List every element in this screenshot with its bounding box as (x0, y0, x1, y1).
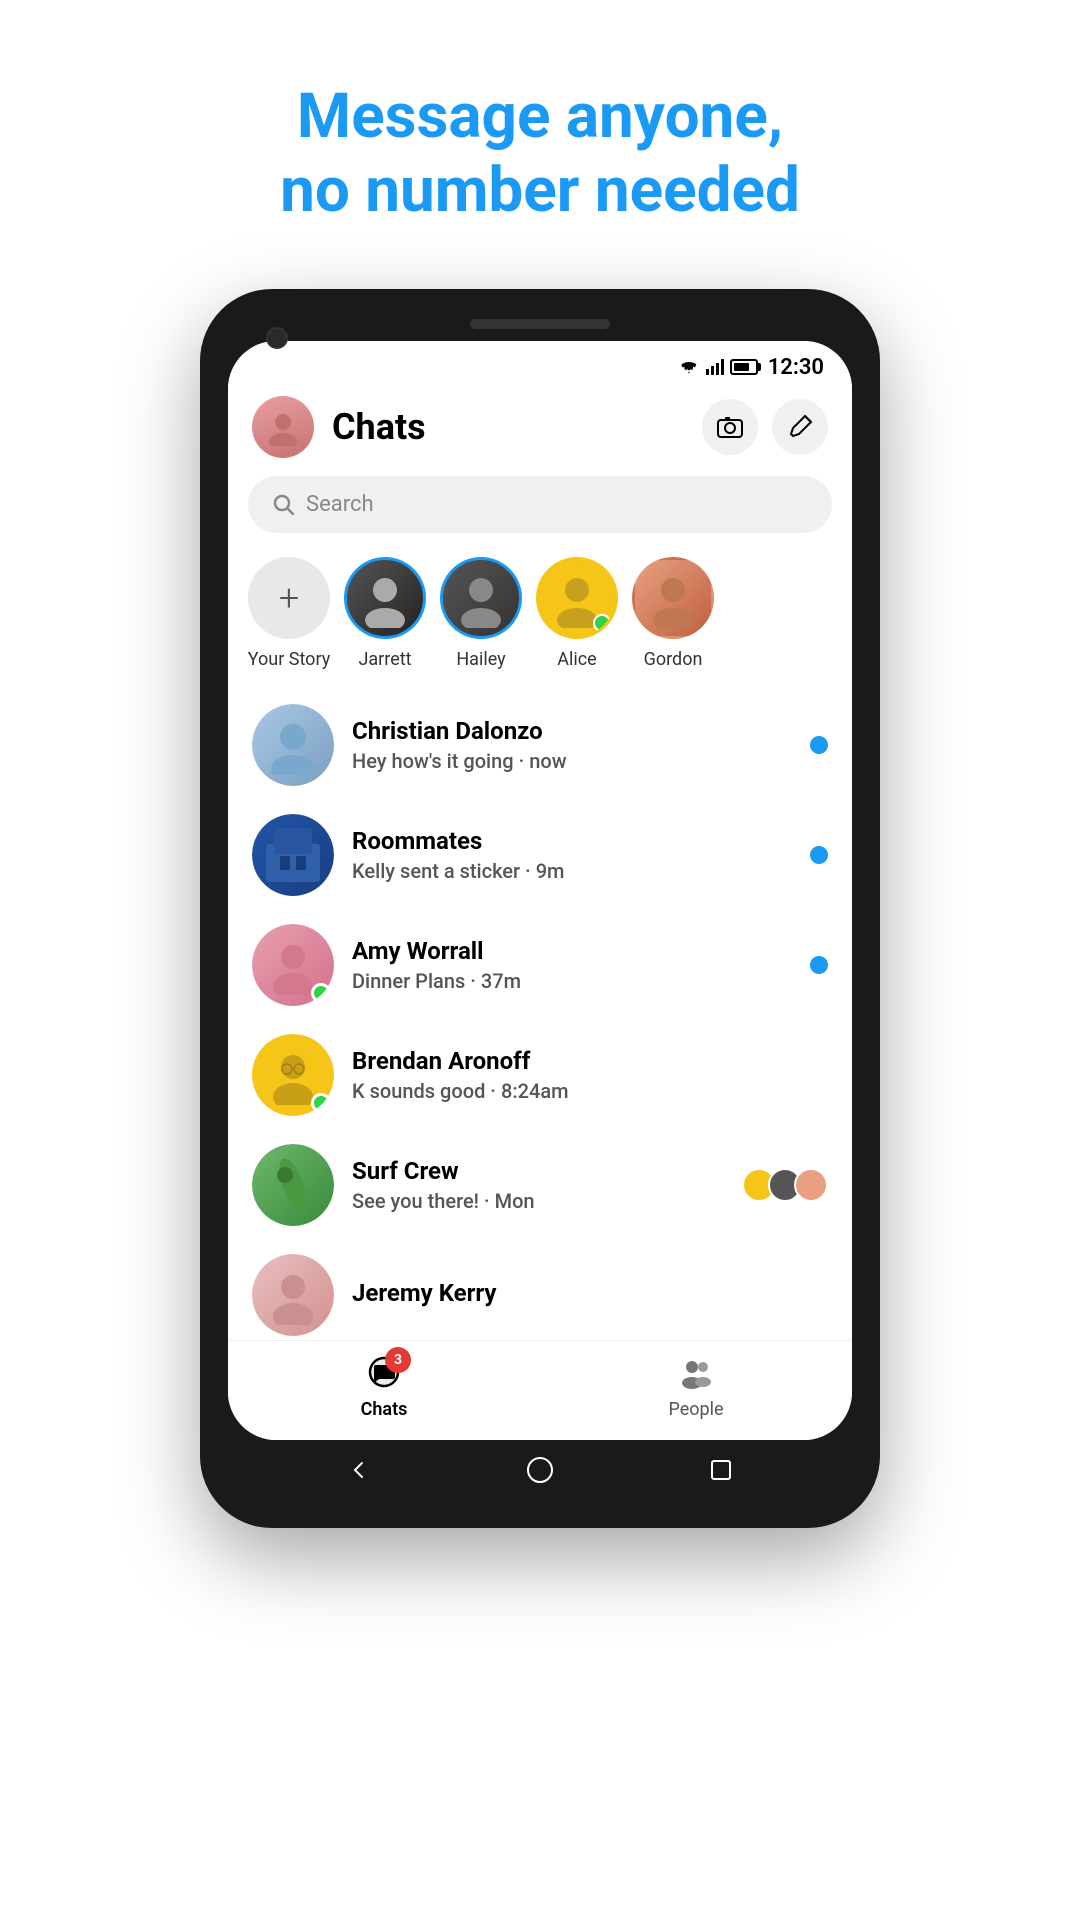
bottom-nav: 3 Chats People (228, 1340, 852, 1440)
story-label-alice: Alice (557, 649, 596, 670)
chat-name-christian-dalonzo: Christian Dalonzo (352, 717, 800, 745)
search-icon (272, 493, 294, 515)
chat-info-jeremy-kerry: Jeremy Kerry (352, 1279, 828, 1311)
brendan-online-dot (311, 1093, 331, 1113)
chat-preview-roommates: Kelly sent a sticker · 9m (352, 859, 800, 883)
phone-camera (266, 327, 288, 349)
compose-button[interactable] (772, 399, 828, 455)
people-icon-wrap (679, 1355, 713, 1393)
chat-info-roommates: Roommates Kelly sent a sticker · 9m (352, 827, 800, 883)
chat-info-brendan-aronoff: Brendan Aronoff K sounds good · 8:24am (352, 1047, 828, 1103)
chat-avatar-amy-worrall (252, 924, 334, 1006)
story-item-your-story[interactable]: + Your Story (244, 557, 334, 670)
stories-row: + Your Story Jarrett (228, 549, 852, 690)
status-icons: 12:30 (678, 355, 824, 380)
header-actions (702, 399, 828, 455)
search-placeholder: Search (306, 492, 374, 517)
story-label-jarrett: Jarrett (358, 649, 411, 670)
phone-screen: 12:30 Chats (228, 341, 852, 1440)
story-avatar-gordon (632, 557, 714, 639)
alice-online-dot (593, 614, 611, 632)
headline-line2: no number needed (280, 154, 800, 227)
chat-unread-dot-roommates (810, 846, 828, 864)
search-bar[interactable]: Search (248, 476, 832, 533)
status-bar: 12:30 (228, 341, 852, 386)
headline-line1: Message anyone, (297, 80, 783, 153)
chat-preview-surf-crew: See you there! · Mon (352, 1189, 734, 1213)
amy-online-dot (311, 983, 331, 1003)
battery-icon (730, 359, 758, 375)
story-item-alice[interactable]: Alice (532, 557, 622, 670)
story-label-your-story: Your Story (248, 649, 330, 670)
signal-icon (706, 359, 724, 375)
story-item-hailey[interactable]: Hailey (436, 557, 526, 670)
chat-name-amy-worrall: Amy Worrall (352, 937, 800, 965)
wifi-icon (678, 359, 700, 375)
chat-item-amy-worrall[interactable]: Amy Worrall Dinner Plans · 37m (244, 910, 836, 1020)
surf-crew-group-avatars (742, 1168, 828, 1202)
phone-speaker (470, 319, 610, 329)
chats-nav-label: Chats (361, 1399, 408, 1420)
chats-badge: 3 (385, 1347, 411, 1373)
chat-avatar-brendan-aronoff (252, 1034, 334, 1116)
chat-list: Christian Dalonzo Hey how's it going · n… (228, 690, 852, 1340)
chat-preview-amy-worrall: Dinner Plans · 37m (352, 969, 800, 993)
chat-item-jeremy-kerry[interactable]: Jeremy Kerry (244, 1240, 836, 1340)
chat-name-jeremy-kerry: Jeremy Kerry (352, 1279, 828, 1307)
story-avatar-jarrett (344, 557, 426, 639)
status-time: 12:30 (768, 355, 824, 380)
phone-bottom-bar (228, 1440, 852, 1500)
header-title: Chats (314, 406, 702, 448)
story-add-button[interactable]: + (248, 557, 330, 639)
headline: Message anyone, no number needed (200, 80, 880, 229)
app-header: Chats (228, 386, 852, 468)
chat-info-surf-crew: Surf Crew See you there! · Mon (352, 1157, 734, 1213)
camera-icon (717, 414, 743, 440)
chat-name-roommates: Roommates (352, 827, 800, 855)
story-avatar-alice (536, 557, 618, 639)
chat-avatar-jeremy-kerry (252, 1254, 334, 1336)
chat-item-surf-crew[interactable]: Surf Crew See you there! · Mon (244, 1130, 836, 1240)
nav-item-people[interactable]: People (540, 1355, 852, 1420)
home-btn[interactable] (525, 1455, 555, 1485)
back-btn[interactable] (344, 1455, 374, 1485)
people-nav-label: People (668, 1399, 723, 1420)
phone-mockup: 12:30 Chats (200, 289, 880, 1709)
story-item-gordon[interactable]: Gordon (628, 557, 718, 670)
chat-preview-brendan-aronoff: K sounds good · 8:24am (352, 1079, 828, 1103)
chat-item-christian-dalonzo[interactable]: Christian Dalonzo Hey how's it going · n… (244, 690, 836, 800)
nav-item-chats[interactable]: 3 Chats (228, 1355, 540, 1420)
story-label-hailey: Hailey (456, 649, 505, 670)
chats-icon-wrap: 3 (367, 1355, 401, 1393)
chat-item-brendan-aronoff[interactable]: Brendan Aronoff K sounds good · 8:24am (244, 1020, 836, 1130)
story-label-gordon: Gordon (644, 649, 703, 670)
chat-unread-dot-christian (810, 736, 828, 754)
chat-avatar-christian-dalonzo (252, 704, 334, 786)
chat-info-christian-dalonzo: Christian Dalonzo Hey how's it going · n… (352, 717, 800, 773)
people-nav-icon (679, 1355, 713, 1389)
camera-button[interactable] (702, 399, 758, 455)
user-avatar[interactable] (252, 396, 314, 458)
chat-name-surf-crew: Surf Crew (352, 1157, 734, 1185)
chat-name-brendan-aronoff: Brendan Aronoff (352, 1047, 828, 1075)
group-avatar-3 (794, 1168, 828, 1202)
phone-notch (228, 319, 852, 329)
chat-unread-dot-amy (810, 956, 828, 974)
story-item-jarrett[interactable]: Jarrett (340, 557, 430, 670)
chat-avatar-roommates (252, 814, 334, 896)
user-avatar-image (252, 396, 314, 458)
chat-item-roommates[interactable]: Roommates Kelly sent a sticker · 9m (244, 800, 836, 910)
recents-btn[interactable] (706, 1455, 736, 1485)
chat-preview-christian-dalonzo: Hey how's it going · now (352, 749, 800, 773)
story-avatar-hailey (440, 557, 522, 639)
compose-icon (787, 414, 813, 440)
chat-info-amy-worrall: Amy Worrall Dinner Plans · 37m (352, 937, 800, 993)
chat-avatar-surf-crew (252, 1144, 334, 1226)
